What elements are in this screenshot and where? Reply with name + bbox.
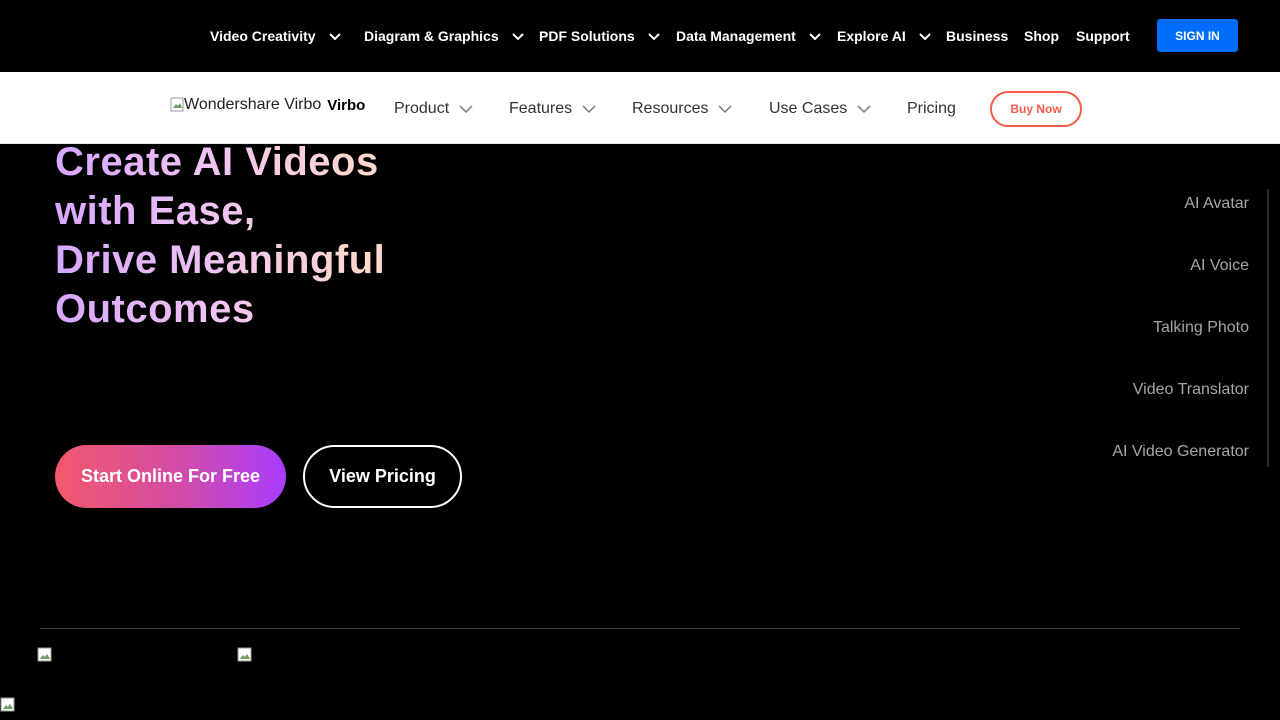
chevron-down-icon: [647, 33, 660, 41]
feature-tab-ai-video-generator[interactable]: AI Video Generator: [1112, 443, 1249, 461]
hero-title-line: Outcomes: [55, 287, 255, 331]
chevron-down-icon: [809, 33, 821, 41]
nav-business[interactable]: Business: [946, 28, 1008, 44]
nav-explore-ai[interactable]: Explore AI: [837, 28, 932, 44]
nav-item-label: Shop: [1024, 28, 1059, 44]
hero-title-line: with Ease,: [55, 189, 256, 233]
chevron-down-icon: [857, 105, 871, 114]
broken-image-icon: [37, 647, 52, 662]
nav-item-label: Explore AI: [837, 28, 906, 44]
nav-diagram-graphics[interactable]: Diagram & Graphics: [364, 28, 525, 44]
nav-item-label: Support: [1076, 28, 1130, 44]
nav-item-label: PDF Solutions: [539, 28, 635, 44]
feature-tab-talking-photo[interactable]: Talking Photo: [1153, 319, 1249, 337]
subnav-product[interactable]: Product: [394, 100, 473, 118]
nav-data-management[interactable]: Data Management: [676, 28, 822, 44]
nav-item-label: Diagram & Graphics: [364, 28, 499, 44]
hero-title-line: Drive Meaningful: [55, 238, 386, 282]
subnav-resources[interactable]: Resources: [632, 100, 733, 118]
nav-item-label: Video Creativity: [210, 28, 316, 44]
subnav-item-label: Product: [394, 100, 450, 117]
nav-pdf-solutions[interactable]: PDF Solutions: [539, 28, 661, 44]
chevron-down-icon: [718, 105, 733, 114]
chevron-down-icon: [582, 105, 596, 114]
subnav-item-label: Use Cases: [769, 100, 848, 117]
chevron-down-icon: [511, 33, 524, 41]
subnav-pricing[interactable]: Pricing: [907, 100, 956, 118]
subnav-use-cases[interactable]: Use Cases: [769, 100, 871, 118]
feature-tab-ai-avatar[interactable]: AI Avatar: [1184, 195, 1249, 213]
nav-support[interactable]: Support: [1076, 28, 1130, 44]
start-online-free-button[interactable]: Start Online For Free: [55, 445, 286, 508]
brand-name: Virbo: [327, 96, 366, 114]
feature-tab-ai-voice[interactable]: AI Voice: [1190, 257, 1249, 275]
subnav-features[interactable]: Features: [509, 100, 596, 118]
hero-title-line: Create AI Videos: [55, 140, 379, 184]
brand-logo-link[interactable]: Wondershare Virbo Virbo: [170, 96, 365, 114]
nav-item-label: Business: [946, 28, 1009, 44]
subnav-item-label: Pricing: [907, 100, 956, 117]
nav-video-creativity[interactable]: Video Creativity: [210, 28, 342, 44]
logo-image: Wondershare Virbo: [170, 96, 321, 114]
feature-tab-video-translator[interactable]: Video Translator: [1133, 381, 1249, 399]
hero-title: Create AI Videos with Ease, Drive Meanin…: [55, 138, 475, 334]
product-sub-nav: Wondershare Virbo Virbo Product Features…: [0, 72, 1280, 144]
broken-image-icon: [237, 647, 252, 662]
global-top-nav: Video Creativity Diagram & Graphics PDF …: [0, 0, 1280, 72]
chevron-down-icon: [919, 33, 931, 41]
nav-shop[interactable]: Shop: [1024, 28, 1059, 44]
section-divider: [40, 628, 1240, 629]
chevron-down-icon: [328, 33, 341, 41]
view-pricing-button[interactable]: View Pricing: [303, 445, 462, 508]
broken-image-icon: [170, 97, 184, 112]
subnav-item-label: Resources: [632, 100, 709, 117]
subnav-item-label: Features: [509, 100, 573, 117]
broken-image-icon: [0, 697, 15, 712]
sign-in-button[interactable]: SIGN IN: [1157, 19, 1238, 52]
nav-item-label: Data Management: [676, 28, 796, 44]
logo-alt-text: Wondershare Virbo: [184, 96, 322, 113]
buy-now-button[interactable]: Buy Now: [990, 91, 1082, 127]
feature-progress-track: [1267, 189, 1269, 467]
chevron-down-icon: [459, 105, 473, 114]
